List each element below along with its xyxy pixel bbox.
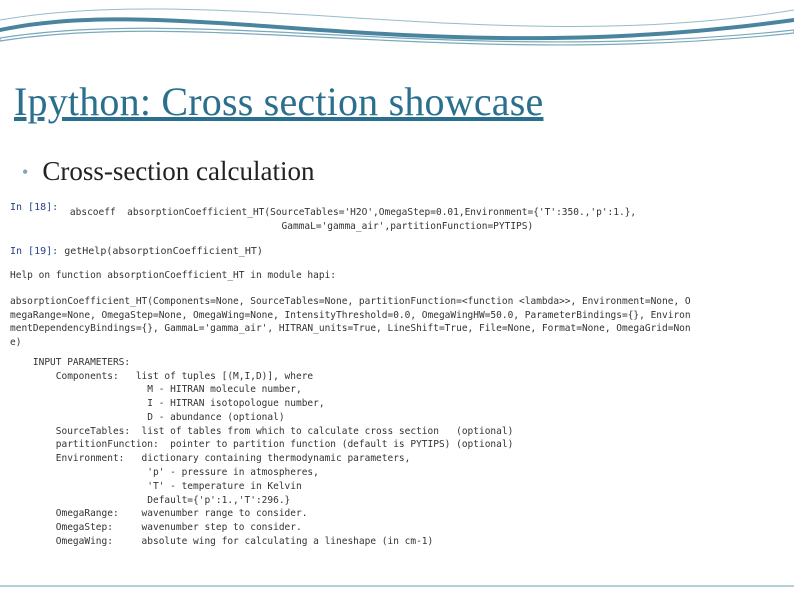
prompt-in-18: In [18]: xyxy=(10,202,58,213)
slide: { "title": "Ipython: Cross section showc… xyxy=(0,0,794,595)
page-title: Ipython: Cross section showcase xyxy=(14,78,543,125)
help-header: Help on function absorptionCoefficient_H… xyxy=(10,269,784,283)
code-in-18: abscoeff absorptionCoefficient_HT(Source… xyxy=(64,206,636,234)
bullet-icon: • xyxy=(22,163,28,181)
help-signature: absorptionCoefficient_HT(Components=None… xyxy=(10,295,784,350)
cell-in-19: In [19]: getHelp(absorptionCoefficient_H… xyxy=(10,244,784,260)
code-in-19: getHelp(absorptionCoefficient_HT) xyxy=(64,246,263,257)
subtitle-row: • Cross-section calculation xyxy=(22,156,315,187)
bottom-divider xyxy=(0,585,794,587)
cell-in-18: In [18]: abscoeff absorptionCoefficient_… xyxy=(10,200,784,234)
subtitle: Cross-section calculation xyxy=(42,156,314,187)
code-area: In [18]: abscoeff absorptionCoefficient_… xyxy=(10,200,784,549)
header-swoosh xyxy=(0,0,794,70)
prompt-in-19: In [19]: xyxy=(10,246,58,257)
help-body: INPUT PARAMETERS: Components: list of tu… xyxy=(10,356,784,549)
